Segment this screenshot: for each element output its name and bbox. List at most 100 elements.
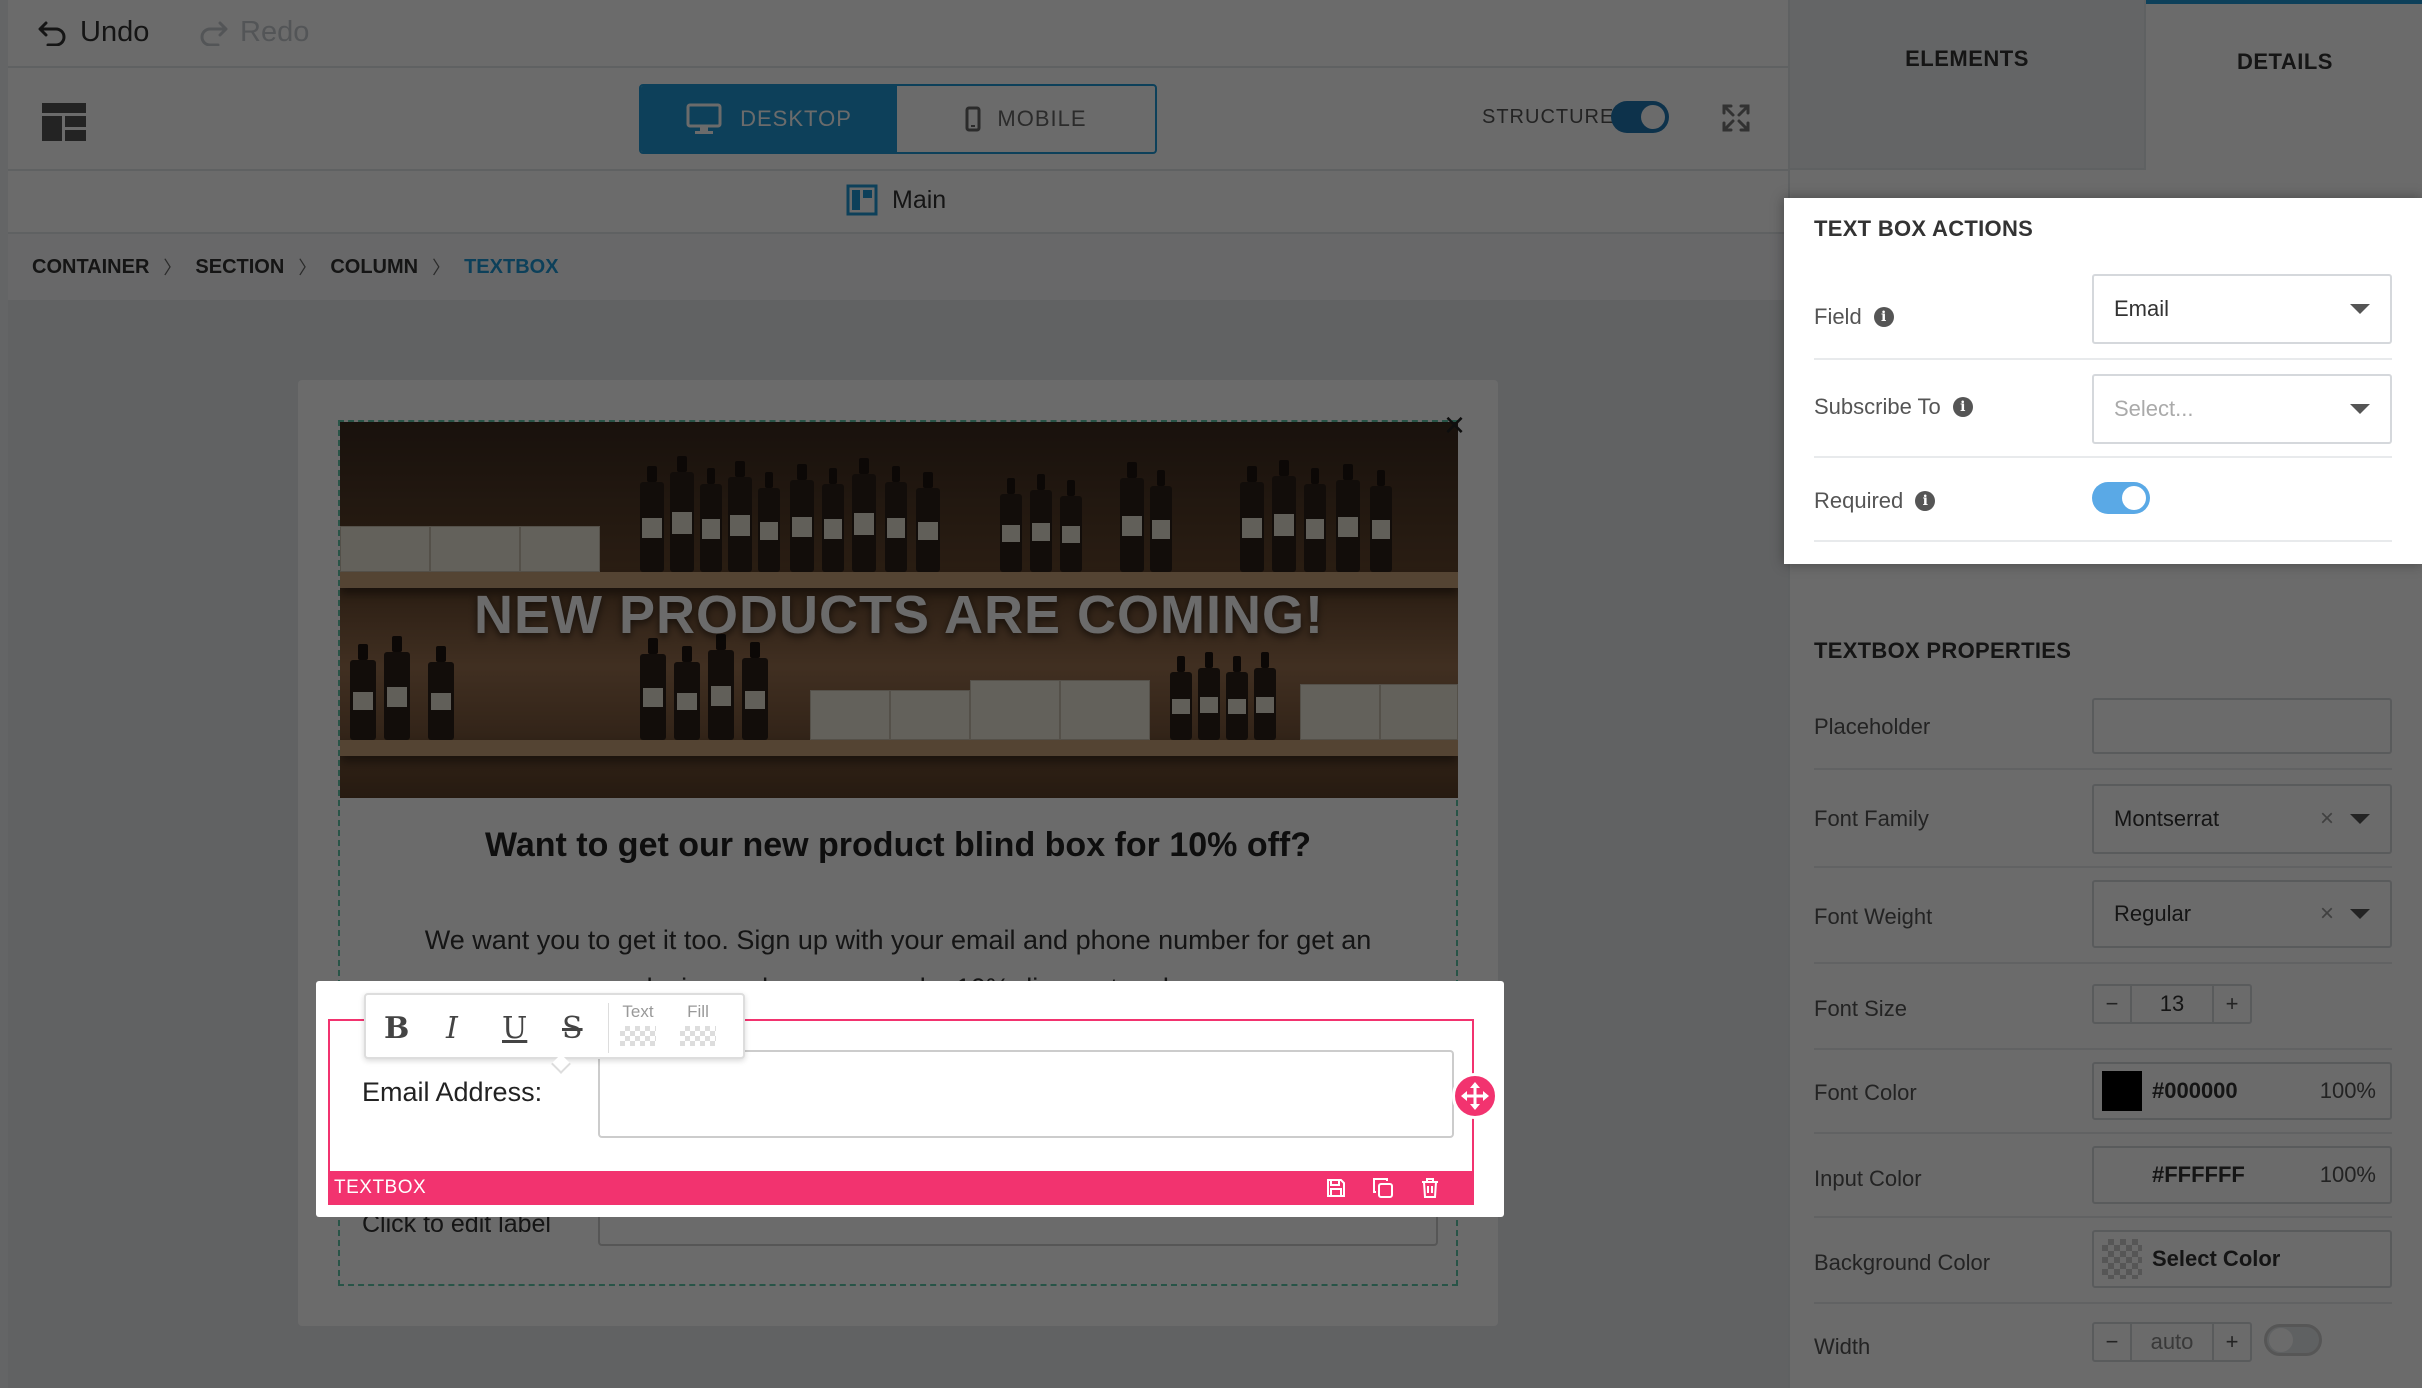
text-color-button[interactable]: Text	[618, 1002, 658, 1046]
mobile-icon	[965, 106, 981, 132]
device-switcher: DESKTOP MOBILE	[639, 84, 1157, 154]
breadcrumb-section[interactable]: SECTION	[195, 256, 284, 279]
font-family-row: Font Family Montserrat ×	[1814, 770, 2392, 868]
product-box	[1060, 680, 1150, 740]
bottle	[1254, 652, 1276, 740]
transparent-swatch	[2102, 1239, 2142, 1279]
input-color-hex: #FFFFFF	[2152, 1162, 2245, 1187]
font-size-stepper: − 13 +	[2092, 984, 2252, 1024]
bottle	[758, 472, 780, 572]
page-name[interactable]: Main	[892, 186, 946, 215]
decrement-button[interactable]: −	[2094, 1324, 2130, 1360]
background-color-label: Background Color	[1814, 1250, 1991, 1275]
email-address-label[interactable]: Email Address:	[362, 1077, 542, 1108]
increment-button[interactable]: +	[2214, 986, 2250, 1022]
textbox-actions	[1326, 1171, 1440, 1205]
placeholder-row: Placeholder	[1814, 686, 2392, 770]
close-icon[interactable]: ×	[1444, 404, 1465, 446]
subscribe-row: Subscribe To i Select...	[1814, 360, 2392, 458]
font-weight-select[interactable]: Regular ×	[2092, 880, 2392, 948]
bottle	[885, 466, 907, 572]
background-color-picker[interactable]: Select Color	[2092, 1230, 2392, 1288]
bottle	[742, 642, 768, 740]
popup-headline[interactable]: Want to get our new product blind box fo…	[338, 826, 1458, 865]
info-icon[interactable]: i	[1915, 491, 1936, 511]
mobile-label: MOBILE	[997, 106, 1087, 131]
bottle	[640, 638, 666, 740]
textbox-properties-title: TEXTBOX PROPERTIES	[1814, 638, 2072, 663]
expand-icon[interactable]	[1722, 104, 1750, 132]
tab-elements[interactable]: ELEMENTS	[1790, 0, 2146, 170]
bottle	[384, 636, 410, 740]
input-color-picker[interactable]: #FFFFFF 100%	[2092, 1146, 2392, 1204]
breadcrumb-textbox[interactable]: TEXTBOX	[464, 256, 558, 279]
width-stepper: − auto +	[2092, 1322, 2252, 1362]
field-select[interactable]: Email	[2092, 274, 2392, 344]
clear-icon[interactable]: ×	[2320, 900, 2334, 928]
background-color-value: Select Color	[2152, 1246, 2281, 1271]
bottle	[822, 468, 844, 572]
bottle	[1060, 480, 1082, 572]
bottle	[428, 646, 454, 740]
decrement-button[interactable]: −	[2094, 986, 2130, 1022]
tab-details[interactable]: DETAILS	[2146, 0, 2422, 170]
save-icon[interactable]	[1326, 1178, 1346, 1198]
underline-button[interactable]: U	[502, 1011, 527, 1046]
subscribe-select[interactable]: Select...	[2092, 374, 2392, 444]
delete-icon[interactable]	[1420, 1177, 1440, 1199]
bottle	[1150, 470, 1172, 572]
mobile-tab[interactable]: MOBILE	[897, 86, 1155, 152]
font-color-row: Font Color #000000 100%	[1814, 1050, 2392, 1134]
width-value[interactable]: auto	[2130, 1324, 2214, 1360]
bottle	[1198, 652, 1220, 740]
placeholder-label: Placeholder	[1814, 714, 1931, 739]
bottle	[1336, 464, 1360, 572]
popup-body-line1[interactable]: We want you to get it too. Sign up with …	[338, 925, 1458, 956]
breadcrumb-column[interactable]: COLUMN	[330, 256, 418, 279]
bottle	[852, 458, 876, 572]
info-icon[interactable]: i	[1952, 397, 1973, 417]
structure-toggle[interactable]	[1611, 101, 1669, 133]
text-color-label: Text	[622, 1002, 654, 1021]
font-family-select[interactable]: Montserrat ×	[2092, 784, 2392, 854]
breadcrumb-container[interactable]: CONTAINER	[32, 256, 149, 279]
bottle	[670, 456, 694, 572]
duplicate-icon[interactable]	[1372, 1177, 1394, 1199]
desktop-tab[interactable]: DESKTOP	[641, 86, 897, 152]
email-input[interactable]	[598, 1050, 1454, 1138]
field-label-wrap: Field i	[1814, 304, 1894, 330]
required-toggle[interactable]	[2092, 482, 2150, 514]
checker-swatch	[620, 1026, 656, 1046]
increment-button[interactable]: +	[2214, 1324, 2250, 1360]
move-handle[interactable]	[1452, 1073, 1498, 1119]
structure-label: STRUCTURE	[1482, 106, 1615, 128]
bottle	[700, 468, 722, 572]
layout-grid-icon[interactable]	[42, 103, 86, 141]
input-color-row: Input Color #FFFFFF 100%	[1814, 1134, 2392, 1218]
shelf	[340, 740, 1458, 756]
redo-button[interactable]: Redo	[198, 16, 309, 49]
width-row: Width − auto +	[1814, 1304, 2392, 1388]
chevron-down-icon	[2350, 404, 2370, 414]
chevron-right-icon: 〉	[163, 258, 182, 278]
clear-icon[interactable]: ×	[2320, 805, 2334, 833]
font-color-picker[interactable]: #000000 100%	[2092, 1062, 2392, 1120]
font-size-value[interactable]: 13	[2130, 986, 2214, 1022]
placeholder-input[interactable]	[2092, 698, 2392, 754]
product-box	[810, 690, 890, 740]
hero-title[interactable]: NEW PRODUCTS ARE COMING!	[340, 584, 1458, 646]
fill-color-button[interactable]: Fill	[678, 1002, 718, 1046]
info-icon[interactable]: i	[1873, 307, 1894, 327]
editor-app: Undo Redo DESKTOP MOBILE STRUCTURE Main …	[0, 0, 2422, 1388]
width-toggle[interactable]	[2264, 1324, 2322, 1356]
hero-image[interactable]: NEW PRODUCTS ARE COMING!	[340, 422, 1458, 798]
tab-elements-label: ELEMENTS	[1905, 46, 2029, 71]
field-row: Field i Email	[1814, 270, 2392, 360]
italic-button[interactable]: I	[446, 1011, 458, 1046]
bottle	[916, 472, 940, 572]
text-box-actions-title: TEXT BOX ACTIONS	[1814, 216, 2034, 241]
bold-button[interactable]: B	[384, 1011, 409, 1046]
strikethrough-button[interactable]: S	[562, 1011, 583, 1046]
undo-button[interactable]: Undo	[38, 16, 149, 49]
chevron-down-icon	[2350, 304, 2370, 314]
